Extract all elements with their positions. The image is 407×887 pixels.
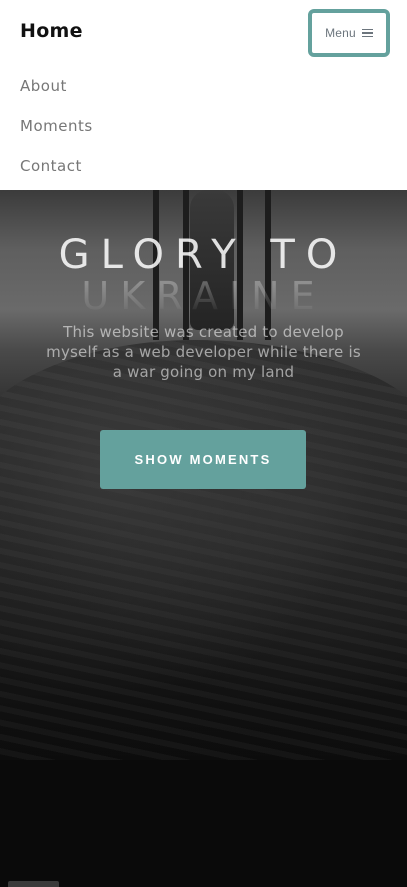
nav-item-contact: Contact	[20, 146, 93, 186]
nav-link-moments[interactable]: Moments	[20, 117, 93, 135]
brand-home-link[interactable]: Home	[20, 20, 83, 42]
bars-icon	[361, 28, 373, 38]
menu-toggle-button[interactable]: Menu	[308, 9, 390, 57]
nav-item-moments: Moments	[20, 106, 93, 146]
horizontal-scrollbar-thumb[interactable]	[8, 881, 59, 887]
nav-link-contact[interactable]: Contact	[20, 157, 82, 175]
hero-description: This website was created to develop myse…	[46, 323, 361, 381]
nav-links: About Moments Contact	[20, 66, 93, 186]
rock-background-image	[0, 340, 407, 760]
nav-item-about: About	[20, 66, 93, 106]
hero-title: GLORY TO	[58, 232, 349, 278]
show-moments-button[interactable]: SHOW MOMENTS	[100, 430, 306, 489]
navbar: Home Menu About Moments Contact	[0, 0, 407, 190]
hero-section: GLORY TO UKRAINE This website was create…	[0, 190, 407, 887]
nav-link-about[interactable]: About	[20, 77, 67, 95]
menu-label: Menu	[325, 26, 356, 40]
hero-subtitle: UKRAINE	[81, 274, 326, 318]
